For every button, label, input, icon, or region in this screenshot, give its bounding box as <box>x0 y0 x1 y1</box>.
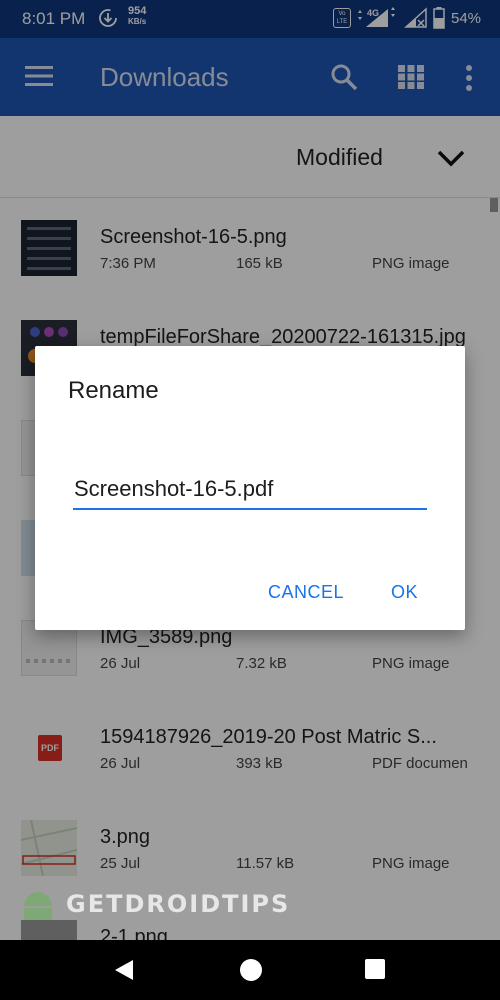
cancel-button[interactable]: CANCEL <box>268 582 344 603</box>
home-icon[interactable] <box>240 959 262 981</box>
watermark: GETDROIDTIPS <box>18 886 288 922</box>
navigation-bar <box>0 940 500 1000</box>
recents-icon[interactable] <box>365 959 385 979</box>
android-robot-icon <box>24 892 52 920</box>
rename-dialog: Rename CANCEL OK <box>35 346 465 630</box>
rename-input[interactable] <box>73 470 427 510</box>
watermark-text: GETDROIDTIPS <box>66 890 291 918</box>
dialog-title: Rename <box>68 377 159 404</box>
back-icon[interactable] <box>113 958 135 982</box>
ok-button[interactable]: OK <box>391 582 418 603</box>
